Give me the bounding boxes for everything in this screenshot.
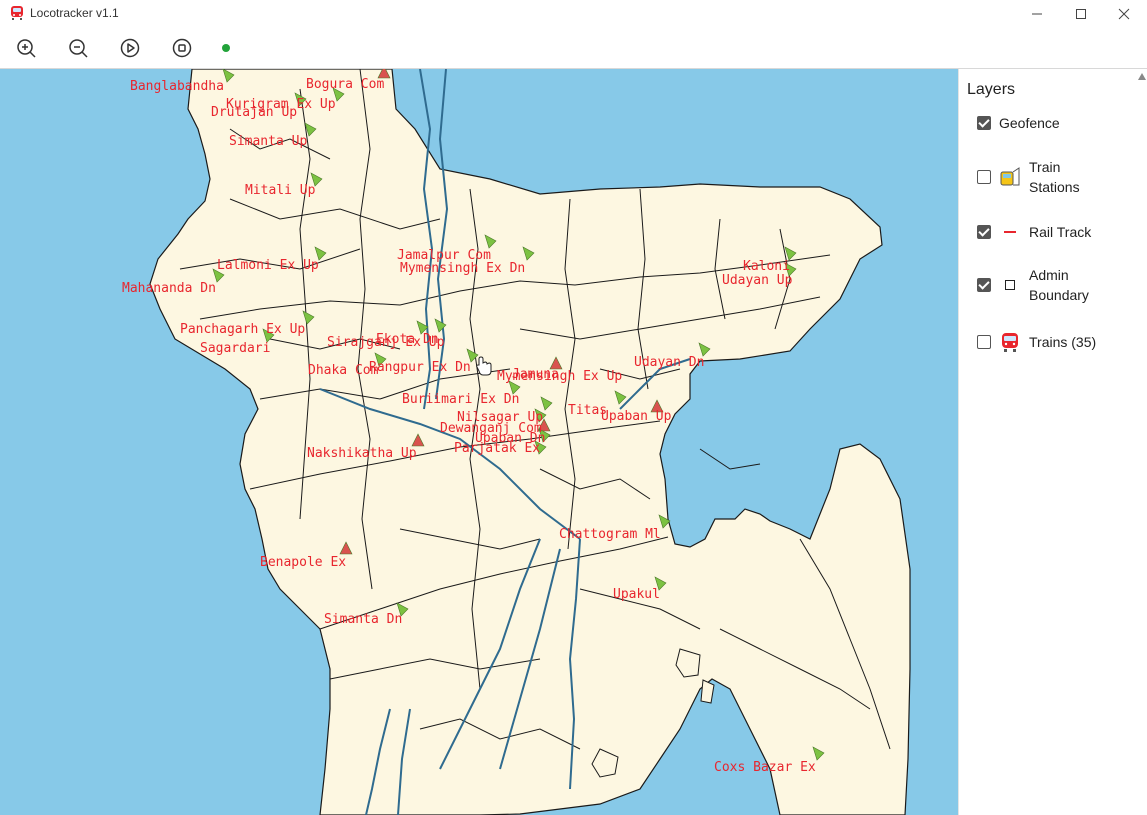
play-button[interactable] [118,36,142,60]
layer-admin-boundary[interactable]: Admin Boundary [977,265,1103,305]
train-label[interactable]: Mahananda Dn [122,281,216,296]
train-label[interactable]: Panchagarh Ex Up [180,322,305,337]
toolbar [0,28,1147,69]
train-label[interactable]: Sagardari [200,341,270,356]
train-label[interactable]: Mitali Up [245,183,316,198]
connection-status-indicator [222,44,230,52]
close-button[interactable] [1101,0,1147,28]
admin-boundary-icon [999,274,1021,296]
maximize-icon [1076,9,1086,19]
minimize-icon [1032,13,1042,15]
train-label[interactable]: Ekota Dn [376,332,439,347]
zoom-out-button[interactable] [66,36,90,60]
train-label[interactable]: Nakshikatha Up [307,446,417,461]
layer-geofence[interactable]: Geofence [977,113,1060,133]
maximize-button[interactable] [1058,0,1104,28]
window-title: Locotracker v1.1 [30,6,119,20]
train-label[interactable]: Udayan Dn [634,355,704,370]
train-label[interactable]: Upaban Up [601,409,672,424]
train-label[interactable]: Dhaka Com [308,363,379,378]
train-label[interactable]: Rangpur Ex Dn [369,360,471,375]
train-label[interactable]: Simanta Up [229,134,307,149]
train-label[interactable]: Benapole Ex [260,555,346,570]
play-icon [120,38,140,58]
train-label[interactable]: Upakul [613,587,660,602]
zoom-in-icon [17,39,36,58]
train-label[interactable]: Coxs Bazar Ex [714,760,816,775]
layer-train-stations-label: Train Stations [1029,159,1080,195]
train-stations-checkbox[interactable] [977,170,991,184]
layer-rail-track-label: Rail Track [1029,224,1092,240]
train-label[interactable]: Drutajan Up [211,105,297,120]
layer-train-stations[interactable]: Train Stations [977,157,1103,197]
train-label[interactable]: Lalmoni Ex Up [217,258,319,273]
train-station-icon [999,166,1021,188]
stop-button[interactable] [170,36,194,60]
stop-icon [172,38,192,58]
zoom-out-icon [69,39,88,58]
layer-geofence-label: Geofence [999,115,1060,131]
train-label[interactable]: Simanta Dn [324,612,402,627]
admin-boundary-checkbox[interactable] [977,278,991,292]
layer-trains-label: Trains (35) [1029,334,1097,350]
map-canvas[interactable]: Banglabandha Bogura ComKurigram Ex UpDrut… [0,69,958,815]
scroll-up-arrow[interactable] [1138,73,1146,80]
layers-panel-title: Layers [967,81,1016,98]
train-label[interactable]: Jamuna [512,367,559,382]
layers-panel: Layers Geofence Train Stations Rail Trac… [958,69,1147,815]
title-bar: Locotracker v1.1 [0,0,1147,28]
minimize-button[interactable] [1014,0,1060,28]
train-label[interactable]: Mymensingh Ex Dn [400,261,525,276]
trains-checkbox[interactable] [977,335,991,349]
rail-track-icon [999,221,1021,243]
layer-trains[interactable]: Trains (35) [977,331,1096,353]
train-app-icon [9,5,25,21]
rail-track-checkbox[interactable] [977,225,991,239]
layer-admin-boundary-label: Admin Boundary [1029,267,1089,303]
train-label[interactable]: Parjatak Ex [454,441,540,456]
train-label[interactable]: Udayan Up [722,273,793,288]
train-icon [999,331,1021,353]
close-icon [1118,8,1130,20]
train-label[interactable]: Kaloni [743,259,790,274]
train-label[interactable]: Chattogram Ml [559,527,661,542]
layer-rail-track[interactable]: Rail Track [977,221,1091,243]
train-label[interactable]: Bogura Com [306,77,384,92]
geofence-checkbox[interactable] [977,116,991,130]
train-label[interactable]: Buriimari Ex Dn [402,392,519,407]
map-view[interactable]: Banglabandha Bogura Com Kurigram Ex Up Drut… [0,69,958,815]
train-label[interactable]: Banglabandha [130,79,224,94]
zoom-in-button[interactable] [14,36,38,60]
